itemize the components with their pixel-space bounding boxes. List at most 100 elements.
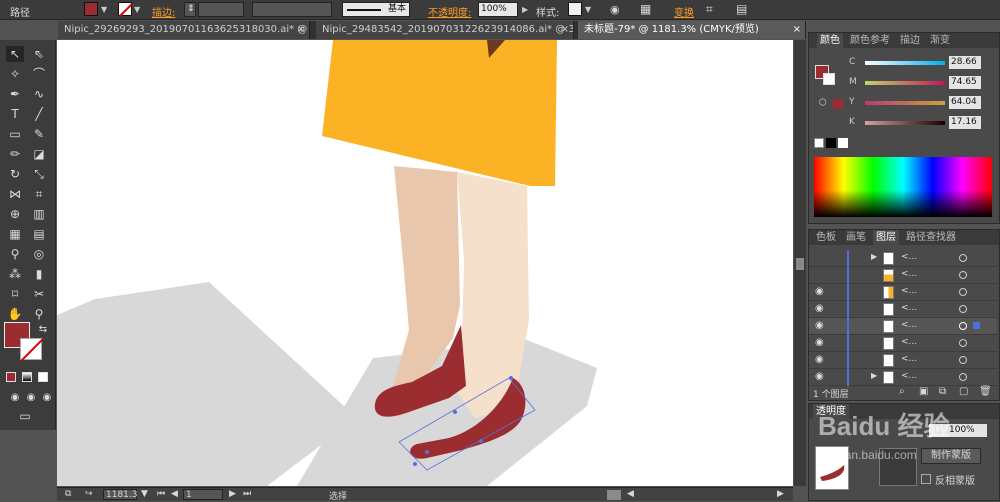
target-icon[interactable] — [959, 271, 967, 279]
close-icon[interactable]: × — [297, 21, 305, 39]
tab-doc-2[interactable]: Nipic_29483542_20190703122623914086.ai* … — [316, 21, 574, 39]
zoom-field[interactable]: 1181.3 — [103, 489, 138, 500]
tab-color-guide[interactable]: 颜色参考 — [847, 33, 893, 48]
target-icon[interactable] — [959, 356, 967, 364]
selection-tool-icon[interactable]: ↖ — [6, 46, 24, 62]
h-scroll-right-icon[interactable]: ▶ — [777, 489, 784, 499]
rotate-view-icon[interactable]: ↪ — [85, 489, 93, 499]
vertical-scrollbar[interactable] — [794, 40, 806, 486]
panel-stroke-swatch[interactable] — [823, 73, 835, 85]
tab-layers[interactable]: 图层 — [873, 230, 899, 245]
color-spectrum[interactable] — [814, 157, 992, 217]
recolor-icon[interactable]: ◉ — [610, 3, 620, 16]
target-icon[interactable] — [959, 339, 967, 347]
align-icon[interactable]: ▦ — [640, 2, 651, 16]
anchor-point[interactable] — [479, 439, 483, 443]
tab-doc-1[interactable]: Nipic_29269293_20190701163625318030.ai* … — [58, 21, 310, 39]
delete-icon[interactable]: 🗑 — [979, 386, 992, 397]
channel-m-slider[interactable] — [865, 81, 945, 85]
blend-tool-icon[interactable]: ◎ — [30, 246, 48, 262]
layer-row[interactable]: <... — [809, 267, 997, 284]
prev-artboard-icon[interactable]: ◀ — [171, 489, 178, 499]
layer-row[interactable]: ◉ <... — [809, 284, 997, 301]
layer-row[interactable]: ◉ <... — [809, 352, 997, 369]
expand-icon[interactable]: ▶ — [871, 371, 877, 380]
channel-y-slider[interactable] — [865, 101, 945, 105]
pen-tool-icon[interactable]: ✒ — [6, 86, 24, 102]
h-scroll-thumb[interactable] — [607, 490, 621, 500]
rotate-tool-icon[interactable]: ↻ — [6, 166, 24, 182]
stroke-swatch[interactable] — [118, 2, 133, 17]
anchor-point[interactable] — [453, 410, 457, 414]
opacity-label[interactable]: 不透明度: — [428, 4, 471, 19]
stroke-style-field[interactable]: 基本 — [342, 2, 410, 17]
eyedropper-tool-icon[interactable]: ⚲ — [6, 246, 24, 262]
close-icon[interactable]: × — [793, 21, 801, 39]
invert-mask-checkbox[interactable] — [921, 474, 931, 484]
paintbrush-tool-icon[interactable]: ✎ — [30, 126, 48, 142]
scale-tool-icon[interactable]: ⤡ — [30, 166, 48, 182]
white-swatch[interactable] — [838, 138, 848, 148]
target-icon[interactable] — [959, 254, 967, 262]
new-sublayer-icon[interactable]: ⧉ — [939, 386, 946, 397]
stroke-stepper[interactable]: ⇕ — [184, 2, 196, 17]
opacity-field[interactable]: 100% — [478, 2, 518, 17]
hand-tool-icon[interactable]: ✋ — [6, 306, 24, 322]
eye-icon[interactable]: ◉ — [815, 354, 824, 365]
tab-doc-3[interactable]: 未标题-79* @ 1181.3% (CMYK/预览) × — [578, 21, 806, 39]
eye-icon[interactable]: ◉ — [815, 337, 824, 348]
zoom-tool-icon[interactable]: ⚲ — [30, 306, 48, 322]
artboard-field[interactable]: 1 — [183, 489, 223, 500]
tab-brushes[interactable]: 画笔 — [843, 230, 869, 245]
transform-label[interactable]: 变换 — [674, 4, 694, 19]
width-tool-icon[interactable]: ⋈ — [6, 186, 24, 202]
lasso-tool-icon[interactable]: ⌒ — [30, 66, 48, 82]
anchor-point[interactable] — [425, 450, 429, 454]
none-swatch[interactable] — [814, 138, 824, 148]
column-graph-tool-icon[interactable]: ▮ — [30, 266, 48, 282]
close-icon[interactable]: × — [561, 21, 569, 39]
pencil-tool-icon[interactable]: ✏ — [6, 146, 24, 162]
gradient-mode-icon[interactable] — [22, 372, 32, 382]
tab-color[interactable]: 颜色 — [817, 33, 843, 48]
artboard-tool-icon[interactable]: ⌑ — [6, 286, 24, 302]
arrange-icon[interactable]: ▤ — [736, 2, 747, 16]
variable-width-field[interactable] — [252, 2, 332, 17]
fill-swatch[interactable] — [84, 2, 98, 16]
direct-selection-tool-icon[interactable]: ⇖ — [30, 46, 48, 62]
tab-swatches[interactable]: 色板 — [813, 230, 839, 245]
type-tool-icon[interactable]: T — [6, 106, 24, 122]
shape-builder-tool-icon[interactable]: ⊕ — [6, 206, 24, 222]
eye-icon[interactable]: ◉ — [815, 371, 824, 382]
eye-icon[interactable]: ◉ — [815, 320, 824, 331]
mesh-tool-icon[interactable]: ▦ — [6, 226, 24, 242]
black-swatch[interactable] — [826, 138, 836, 148]
scroll-thumb[interactable] — [796, 258, 804, 270]
layer-row[interactable]: ▶ <... — [809, 250, 997, 267]
stroke-label[interactable]: 描边: — [152, 4, 175, 19]
channel-m-value[interactable]: 74.65 — [949, 76, 981, 89]
curvature-tool-icon[interactable]: ∿ — [30, 86, 48, 102]
make-mask-button[interactable]: 制作蒙版 — [921, 448, 981, 464]
isolate-icon[interactable]: ⌗ — [706, 2, 713, 17]
next-artboard-icon[interactable]: ▶ — [229, 489, 236, 499]
artboard-canvas[interactable] — [57, 40, 793, 486]
target-icon[interactable] — [959, 322, 967, 330]
zoom-dropdown-icon[interactable]: ▼ — [141, 489, 148, 499]
none-mode-icon[interactable] — [38, 372, 48, 382]
selected-art-indicator[interactable] — [973, 322, 980, 329]
channel-k-slider[interactable] — [865, 121, 945, 125]
last-artboard-icon[interactable]: ⏭ — [243, 489, 251, 499]
expand-icon[interactable]: ▶ — [871, 252, 877, 261]
line-tool-icon[interactable]: ╱ — [30, 106, 48, 122]
gradient-tool-icon[interactable]: ▤ — [30, 226, 48, 242]
fill-dropdown-icon[interactable]: ▼ — [101, 5, 107, 14]
gamut-color-swatch[interactable] — [833, 99, 843, 109]
clipping-mask-icon[interactable]: ▣ — [919, 386, 928, 397]
eye-icon[interactable]: ◉ — [815, 303, 824, 314]
free-transform-tool-icon[interactable]: ⌗ — [30, 186, 48, 202]
channel-y-value[interactable]: 64.04 — [949, 96, 981, 109]
h-scroll-left-icon[interactable]: ◀ — [627, 489, 634, 499]
mask-thumbnail[interactable] — [879, 448, 917, 486]
target-icon[interactable] — [959, 373, 967, 381]
